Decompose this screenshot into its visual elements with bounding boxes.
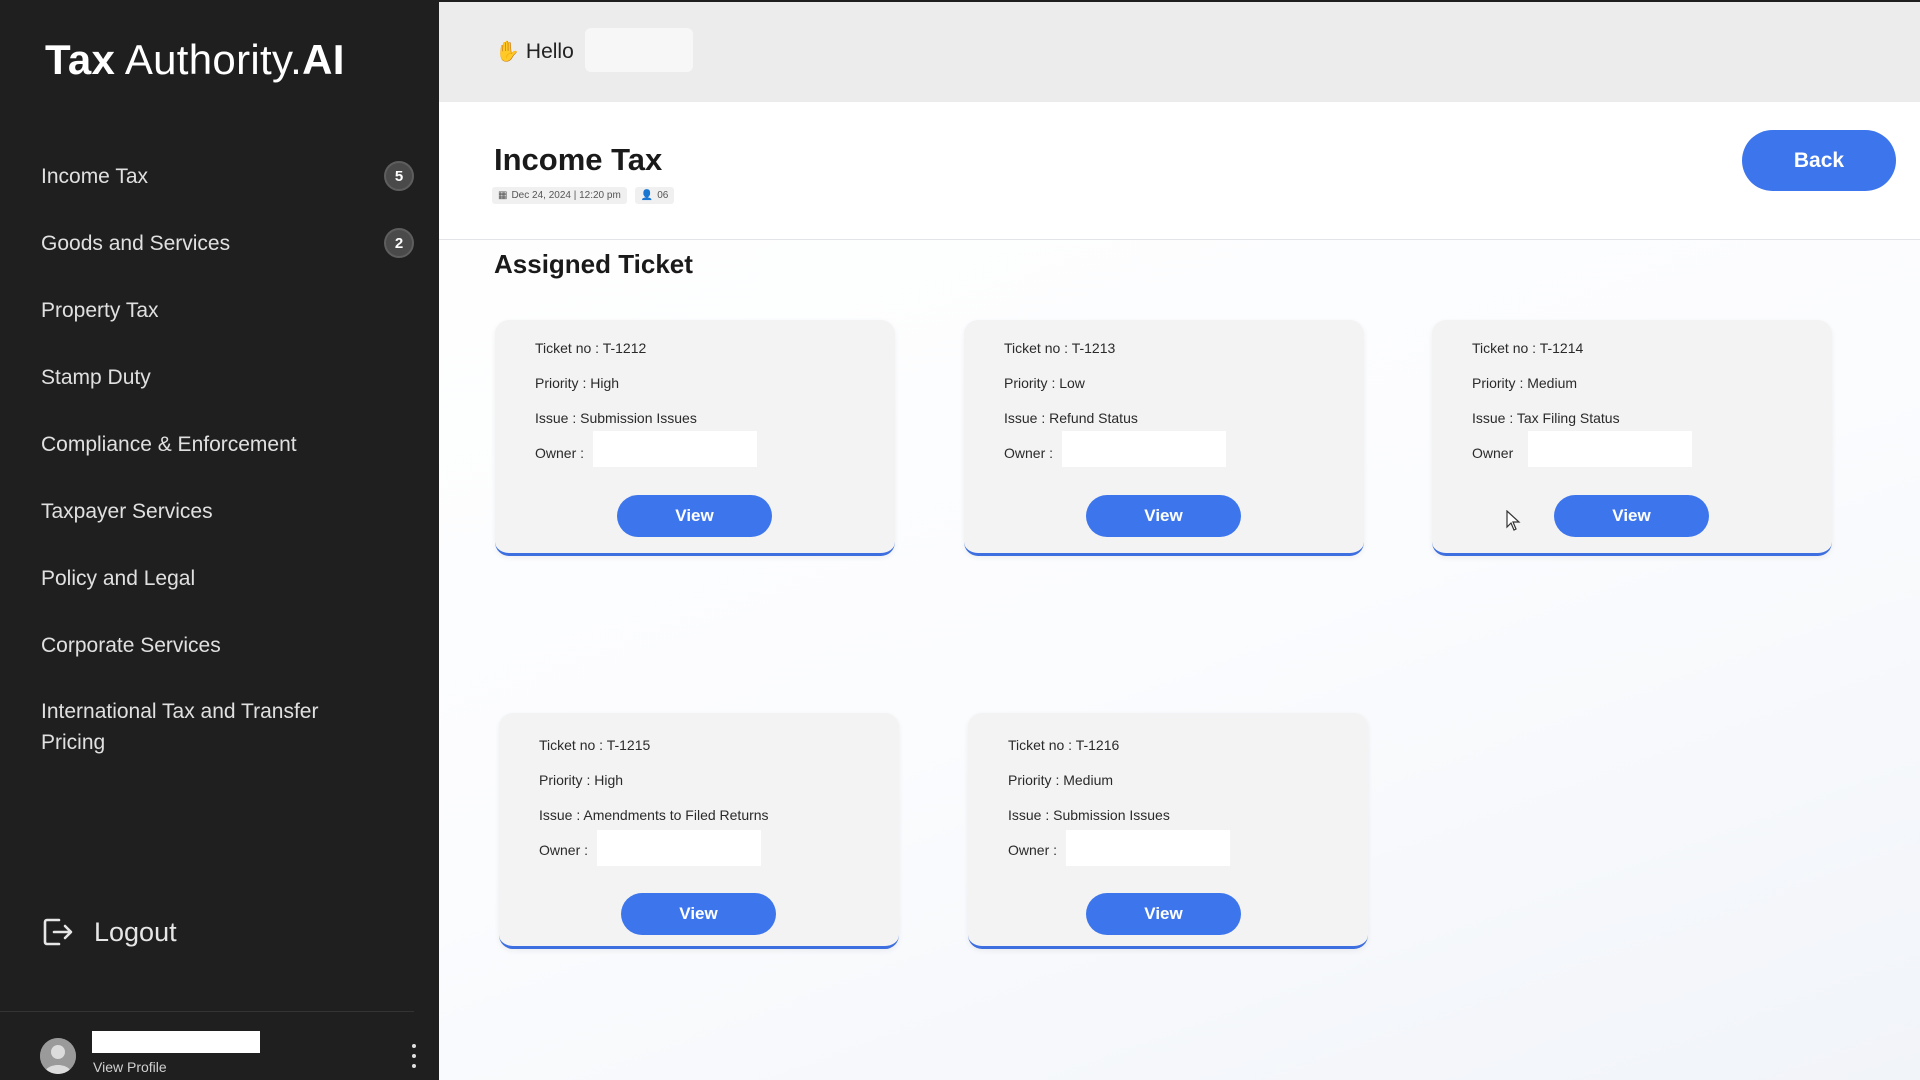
owner-name-redacted <box>597 830 761 866</box>
ticket-card: Ticket no : T-1214 Priority : Medium Iss… <box>1432 320 1832 556</box>
date-chip: ▦ Dec 24, 2024 | 12:20 pm <box>492 187 627 204</box>
ticket-issue: Issue : Amendments to Filed Returns <box>539 807 769 823</box>
page-header: Income Tax ▦ Dec 24, 2024 | 12:20 pm 👤 0… <box>439 102 1920 240</box>
ticket-owner: Owner : <box>539 842 589 858</box>
sidebar-item-label: Policy and Legal <box>41 566 196 590</box>
ticket-issue: Issue : Submission Issues <box>1008 807 1170 823</box>
ticket-number: Ticket no : T-1214 <box>1472 340 1584 356</box>
calendar-icon: ▦ <box>498 190 508 201</box>
ticket-priority: Priority : Medium <box>1472 375 1578 391</box>
sidebar-item-label: Goods and Services <box>41 231 231 255</box>
view-profile-link[interactable]: View Profile <box>93 1059 167 1075</box>
date-text: Dec 24, 2024 | 12:20 pm <box>511 190 621 201</box>
users-icon: 👤 <box>640 190 654 201</box>
ticket-card: Ticket no : T-1216 Priority : Medium Iss… <box>968 713 1368 949</box>
greeting-text: Hello <box>525 39 574 63</box>
sidebar-item-label: International Tax and Transfer Pricing <box>41 700 319 754</box>
top-bar: ✋ Hello <box>439 0 1920 102</box>
sidebar-item-label: Stamp Duty <box>41 365 151 389</box>
ticket-number: Ticket no : T-1215 <box>539 737 651 753</box>
more-options-icon[interactable] <box>408 1044 420 1068</box>
ticket-issue: Issue : Refund Status <box>1004 410 1138 426</box>
sidebar: Tax Authority.AI Income Tax 5 Goods and … <box>0 0 439 1080</box>
ticket-card: Ticket no : T-1215 Priority : High Issue… <box>499 713 899 949</box>
view-button[interactable]: View <box>617 495 772 537</box>
ticket-priority: Priority : Low <box>1004 375 1085 391</box>
ticket-owner: Owner : <box>535 445 585 461</box>
sidebar-item-label: Corporate Services <box>41 633 221 657</box>
sidebar-item-income-tax[interactable]: Income Tax 5 <box>0 143 439 210</box>
view-button[interactable]: View <box>621 893 776 935</box>
view-button[interactable]: View <box>1086 893 1241 935</box>
avatar[interactable] <box>40 1038 76 1074</box>
ticket-owner: Owner <box>1472 445 1514 461</box>
sidebar-item-label: Income Tax <box>41 164 148 188</box>
view-button[interactable]: View <box>1554 495 1709 537</box>
page-meta: ▦ Dec 24, 2024 | 12:20 pm 👤 06 <box>492 187 675 204</box>
ticket-priority: Priority : High <box>539 772 624 788</box>
greeting: ✋ Hello <box>495 39 574 64</box>
count-badge: 5 <box>384 161 414 191</box>
waving-hand-icon: ✋ <box>495 41 520 63</box>
user-avatar-icon <box>40 1038 76 1074</box>
sidebar-item-compliance-enforcement[interactable]: Compliance & Enforcement <box>0 411 439 478</box>
logout-icon <box>43 918 73 946</box>
logout-label: Logout <box>94 916 177 947</box>
sidebar-item-international-tax[interactable]: International Tax and Transfer Pricing <box>0 679 439 771</box>
sidebar-nav: Income Tax 5 Goods and Services 2 Proper… <box>0 143 439 771</box>
sidebar-item-label: Compliance & Enforcement <box>41 432 297 456</box>
user-profile[interactable]: View Profile <box>40 1030 420 1078</box>
ticket-number: Ticket no : T-1212 <box>535 340 647 356</box>
ticket-issue: Issue : Submission Issues <box>535 410 697 426</box>
owner-name-redacted <box>1062 431 1226 467</box>
logo-text-bold: Tax <box>45 36 116 83</box>
ticket-priority: Priority : High <box>535 375 620 391</box>
ticket-owner: Owner : <box>1004 445 1054 461</box>
app-logo[interactable]: Tax Authority.AI <box>45 36 345 84</box>
view-button[interactable]: View <box>1086 495 1241 537</box>
main-content: ✋ Hello Income Tax ▦ Dec 24, 2024 | 12:2… <box>439 0 1920 1080</box>
owner-name-redacted <box>1528 431 1692 467</box>
sidebar-item-policy-and-legal[interactable]: Policy and Legal <box>0 545 439 612</box>
back-button[interactable]: Back <box>1742 130 1896 191</box>
ticket-number: Ticket no : T-1213 <box>1004 340 1116 356</box>
sidebar-divider <box>0 1011 414 1012</box>
sidebar-item-stamp-duty[interactable]: Stamp Duty <box>0 344 439 411</box>
owner-name-redacted <box>593 431 757 467</box>
logout-button[interactable]: Logout <box>40 915 177 949</box>
sidebar-item-label: Taxpayer Services <box>41 499 213 523</box>
ticket-card: Ticket no : T-1213 Priority : Low Issue … <box>964 320 1364 556</box>
ticket-priority: Priority : Medium <box>1008 772 1114 788</box>
ticket-owner: Owner : <box>1008 842 1058 858</box>
ticket-card: Ticket no : T-1212 Priority : High Issue… <box>495 320 895 556</box>
user-name-redacted <box>585 28 693 72</box>
section-title: Assigned Ticket <box>494 249 693 279</box>
sidebar-item-corporate-services[interactable]: Corporate Services <box>0 612 439 679</box>
sidebar-item-goods-and-services[interactable]: Goods and Services 2 <box>0 210 439 277</box>
page-title: Income Tax <box>494 142 663 177</box>
logo-text-suffix: AI <box>302 36 345 83</box>
sidebar-item-taxpayer-services[interactable]: Taxpayer Services <box>0 478 439 545</box>
owner-name-redacted <box>1066 830 1230 866</box>
ticket-number: Ticket no : T-1216 <box>1008 737 1120 753</box>
users-chip: 👤 06 <box>634 187 675 204</box>
sidebar-item-property-tax[interactable]: Property Tax <box>0 277 439 344</box>
sidebar-item-label: Property Tax <box>41 298 159 322</box>
logo-text-light: Authority. <box>124 36 303 83</box>
mouse-cursor-icon <box>1506 510 1521 531</box>
users-count: 06 <box>657 190 669 201</box>
count-badge: 2 <box>384 228 414 258</box>
user-name-redacted <box>92 1031 260 1053</box>
ticket-issue: Issue : Tax Filing Status <box>1472 410 1620 426</box>
